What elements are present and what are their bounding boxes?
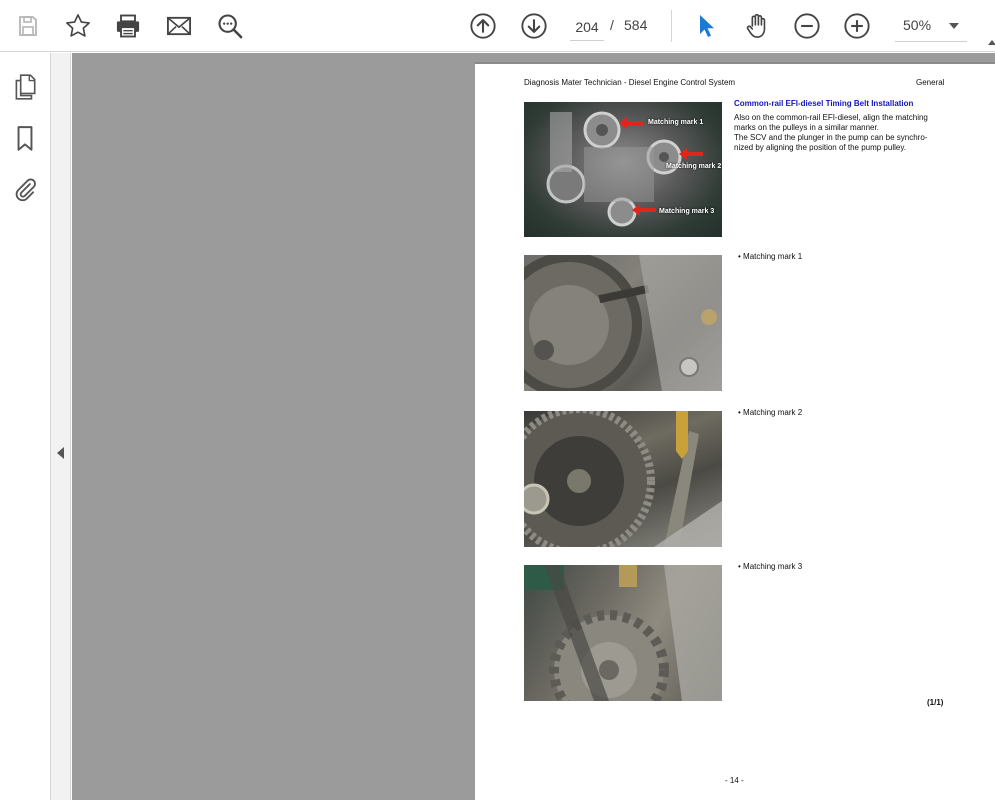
- zoom-select[interactable]: 50%: [895, 10, 967, 42]
- bullet-matching-mark-1: • Matching mark 1: [738, 252, 803, 261]
- engine-overview-photo: Matching mark 1 Matching mark 2 Matching…: [524, 102, 722, 237]
- photo-label-3: Matching mark 3: [659, 208, 715, 215]
- body-line: marks on the pulleys in a similar manner…: [734, 123, 879, 132]
- next-page-icon[interactable]: [516, 8, 552, 44]
- section-body: Also on the common-rail EFI-diesel, alig…: [734, 113, 948, 153]
- page-footer-number: - 14 -: [725, 776, 744, 785]
- page-thumbnails-icon[interactable]: [7, 69, 43, 105]
- email-icon[interactable]: [161, 8, 197, 44]
- find-icon[interactable]: [212, 8, 248, 44]
- zoom-in-icon[interactable]: [839, 8, 875, 44]
- matching-mark-1-photo: [524, 255, 722, 391]
- print-icon[interactable]: [110, 8, 146, 44]
- left-rail: [0, 53, 51, 800]
- page-count: (1/1): [927, 698, 944, 707]
- bullet-text: Matching mark 1: [743, 252, 803, 261]
- page-header-section: General: [916, 78, 945, 87]
- pdf-page: Diagnosis Mater Technician - Diesel Engi…: [475, 62, 995, 800]
- body-line: The SCV and the plunger in the pump can …: [734, 133, 928, 142]
- panel-collapse-strip[interactable]: [51, 53, 71, 800]
- document-viewer[interactable]: Diagnosis Mater Technician - Diesel Engi…: [72, 53, 995, 800]
- bookmarks-icon[interactable]: [7, 121, 43, 157]
- matching-mark-2-photo: [524, 411, 722, 547]
- page-number-input[interactable]: [570, 13, 604, 41]
- bullet-matching-mark-3: • Matching mark 3: [738, 562, 803, 571]
- photo-label-1: Matching mark 1: [648, 119, 704, 126]
- bullet-matching-mark-2: • Matching mark 2: [738, 408, 803, 417]
- body-line: Also on the common-rail EFI-diesel, alig…: [734, 113, 928, 122]
- collapse-left-icon[interactable]: [57, 447, 64, 459]
- page-header-title: Diagnosis Mater Technician - Diesel Engi…: [524, 78, 736, 87]
- bullet-text: Matching mark 2: [743, 408, 803, 417]
- hand-tool-icon[interactable]: [739, 8, 775, 44]
- bookmark-star-icon[interactable]: [60, 8, 96, 44]
- matching-mark-3-photo: [524, 565, 722, 701]
- toolbar-divider: [671, 10, 672, 42]
- attachments-icon[interactable]: [7, 172, 43, 208]
- zoom-value: 50%: [903, 17, 932, 33]
- toolbar: / 584 50%: [0, 0, 995, 52]
- bullet-text: Matching mark 3: [743, 562, 803, 571]
- zoom-dropdown-icon[interactable]: [949, 23, 959, 29]
- select-cursor-icon[interactable]: [688, 8, 724, 44]
- zoom-out-icon[interactable]: [789, 8, 825, 44]
- save-icon[interactable]: [10, 8, 46, 44]
- photo-label-2: Matching mark 2: [666, 163, 722, 170]
- page-total: 584: [624, 17, 648, 33]
- section-title: Common-rail EFI-diesel Timing Belt Insta…: [734, 99, 914, 108]
- page-separator: /: [610, 17, 614, 33]
- previous-page-icon[interactable]: [465, 8, 501, 44]
- body-line: nized by aligning the position of the pu…: [734, 143, 906, 152]
- scroll-up-arrow-icon[interactable]: [988, 40, 995, 45]
